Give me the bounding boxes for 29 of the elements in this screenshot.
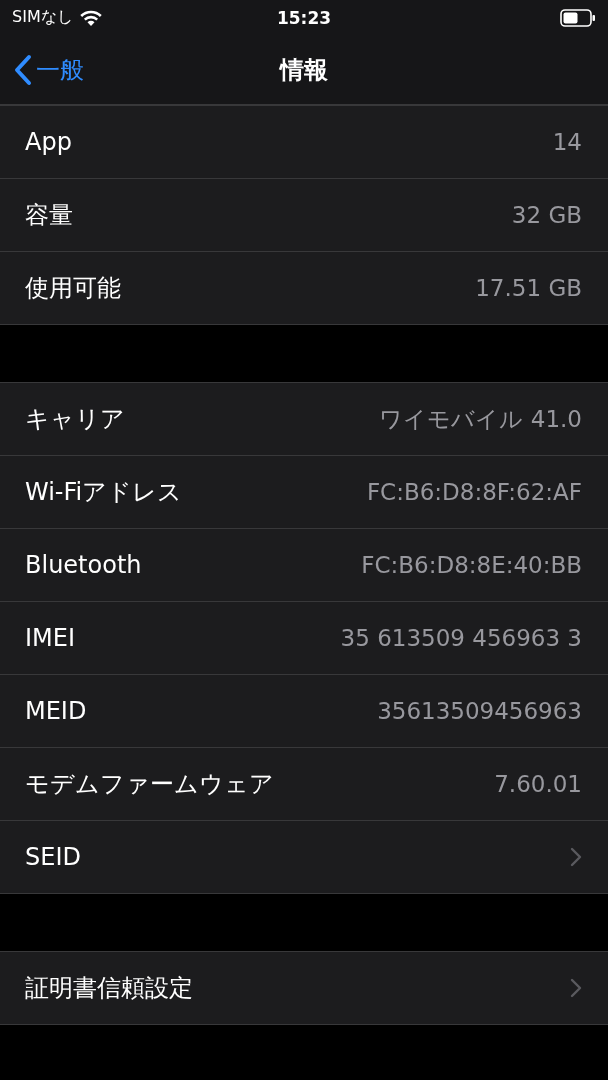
back-button[interactable]: 一般	[0, 53, 84, 86]
row-label: IMEI	[25, 624, 76, 652]
row-label: モデムファームウェア	[25, 769, 274, 800]
chevron-right-icon	[570, 978, 582, 998]
screen-title: 情報	[280, 54, 328, 86]
row-value: FC:B6:D8:8F:62:AF	[366, 479, 582, 505]
row-value: FC:B6:D8:8E:40:BB	[361, 552, 582, 578]
row-value: 17.51 GB	[475, 275, 582, 301]
battery-icon	[560, 8, 596, 27]
row-label: 証明書信頼設定	[25, 973, 193, 1004]
row-value: 7.60.01	[494, 771, 582, 797]
carrier-text: SIMなし	[12, 7, 73, 28]
row-value: ワイモバイル 41.0	[379, 404, 582, 434]
row-label: 使用可能	[25, 273, 121, 304]
row-label: Bluetooth	[25, 551, 142, 579]
row-value: 35613509456963	[377, 698, 582, 724]
row-value: 35 613509 456963 3	[340, 625, 582, 651]
wifi-icon	[78, 8, 103, 27]
row-label: Wi-Fiアドレス	[25, 477, 183, 508]
chevron-right-icon	[570, 847, 582, 867]
row-label: キャリア	[25, 404, 125, 435]
row-value: 32 GB	[511, 202, 582, 228]
row-label: 容量	[25, 200, 73, 231]
row-value: 14	[552, 129, 582, 155]
row-label: App	[25, 128, 72, 156]
clock-text: 15:23	[276, 7, 332, 28]
row-label: SEID	[25, 843, 81, 871]
chevron-left-icon	[14, 53, 32, 86]
row-label: MEID	[25, 697, 87, 725]
